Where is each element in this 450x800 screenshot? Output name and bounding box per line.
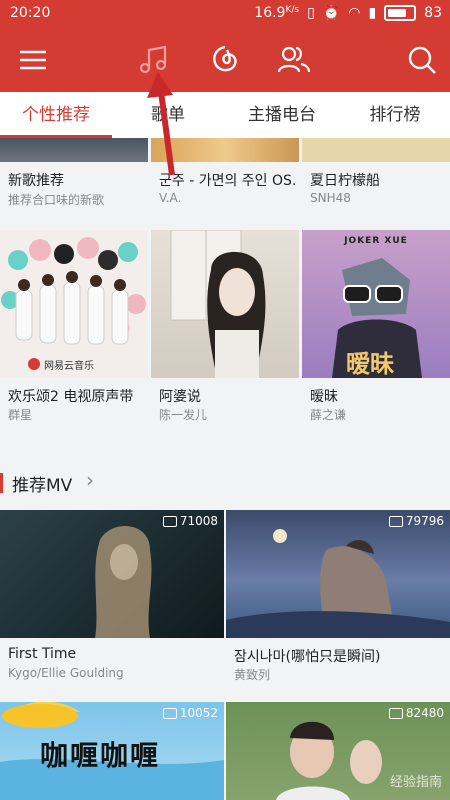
album-subtitle: 推荐合口味的新歌 [8, 193, 105, 207]
album-subtitle: V.A. [159, 191, 182, 205]
album-cover-a-po-shuo[interactable] [151, 230, 299, 378]
netease-brand-icon [28, 358, 40, 370]
watermark-text: 经验指南 [389, 775, 442, 790]
friends-icon[interactable] [276, 42, 312, 78]
tab-radio[interactable]: 主播电台 [224, 92, 340, 138]
tab-charts[interactable]: 排行榜 [340, 92, 450, 138]
battery-icon [384, 5, 417, 21]
menu-icon[interactable] [16, 42, 52, 78]
album-title[interactable]: 暧昧 [310, 386, 448, 406]
album-subtitle: SNH48 [310, 191, 351, 205]
vibrate-icon: ▯ [307, 5, 315, 21]
top-toolbar [0, 28, 450, 92]
status-bar: 20:20 16.9K/s ▯ ⏰ ◠ ▮ 83 [0, 0, 450, 28]
mv-play-count: 10052 [162, 706, 218, 720]
section-accent-bar [0, 473, 3, 493]
status-time: 20:20 [10, 5, 51, 21]
album-subtitle: 陈一发儿 [159, 408, 208, 422]
tab-recommend[interactable]: 个性推荐 [0, 92, 112, 138]
network-speed: 16.9K/s [254, 5, 300, 21]
mv-thumbnail-curry[interactable]: 咖喱咖喱 10052 [0, 702, 224, 800]
section-title: 推荐MV [12, 476, 73, 496]
mv-title[interactable]: First Time [8, 646, 222, 662]
battery-level: 83 [424, 5, 442, 21]
album-title[interactable]: 新歌推荐 [8, 170, 146, 190]
music-note-icon[interactable] [136, 42, 172, 78]
netease-logo-icon[interactable] [207, 42, 243, 78]
album-cover-new-songs[interactable] [0, 138, 148, 162]
album-cover-ai-mei[interactable]: JOKER XUE 暧昧 [302, 230, 450, 378]
mv-play-count: 79796 [388, 514, 444, 528]
mv-artist: 黄致列 [234, 668, 271, 682]
signal-icon: ▮ [368, 5, 377, 21]
tab-bar: 个性推荐 歌单 主播电台 排行榜 [0, 92, 450, 139]
status-icons: 16.9K/s ▯ ⏰ ◠ ▮ 83 [254, 5, 442, 21]
mv-play-count: 82480 [388, 706, 444, 720]
album-subtitle: 群星 [8, 408, 33, 422]
cover-title-text: 暧昧 [346, 350, 394, 378]
tab-playlists[interactable]: 歌单 [112, 92, 224, 138]
album-cover-kunju[interactable] [151, 138, 299, 162]
cover-brand-text: 网易云音乐 [44, 361, 94, 372]
mv-section-header[interactable]: 推荐MV › [0, 468, 200, 498]
search-icon[interactable] [404, 42, 440, 78]
album-title[interactable]: 군주 - 가면의 주인 OS.. [159, 170, 297, 190]
wifi-icon: ◠ [348, 5, 361, 21]
cover-title-text: 咖喱咖喱 [40, 739, 161, 772]
album-cover-snh48[interactable] [302, 138, 450, 162]
mv-title[interactable]: 잠시나마(哪怕只是瞬间) [234, 646, 448, 666]
mv-artist: Kygo/Ellie Goulding [8, 666, 124, 680]
video-camera-icon [388, 707, 403, 719]
video-camera-icon [162, 707, 177, 719]
mv-thumbnail-couple[interactable]: 82480 经验指南 [226, 702, 450, 800]
alarm-icon: ⏰ [322, 5, 341, 21]
mv-play-count: 71008 [162, 514, 218, 528]
album-cover-ode-to-joy[interactable]: 网易云音乐 [0, 230, 148, 378]
video-camera-icon [162, 515, 177, 527]
mv-thumbnail-jamsinama[interactable]: 79796 [226, 510, 450, 638]
mv-thumbnail-first-time[interactable]: 71008 [0, 510, 224, 638]
album-title[interactable]: 阿婆说 [159, 386, 297, 406]
album-title[interactable]: 夏日柠檬船 [310, 170, 448, 190]
chevron-right-icon: › [86, 468, 94, 492]
video-camera-icon [388, 515, 403, 527]
album-subtitle: 薛之谦 [310, 408, 347, 422]
album-title[interactable]: 欢乐颂2 电视原声带 [8, 386, 146, 406]
